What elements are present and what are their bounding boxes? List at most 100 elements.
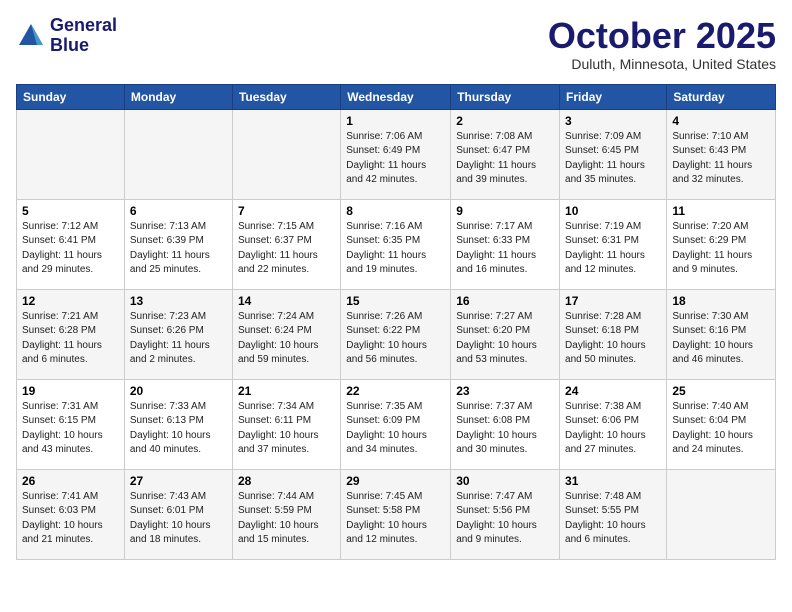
calendar-cell: 12 Sunrise: 7:21 AM Sunset: 6:28 PM Dayli… [17, 289, 125, 379]
day-number: 12 [22, 294, 119, 308]
day-info: Sunrise: 7:13 AM Sunset: 6:39 PM Dayligh… [130, 220, 227, 278]
day-info: Sunrise: 7:47 AM Sunset: 5:56 PM Dayligh… [456, 490, 554, 548]
calendar-week-1: 1 Sunrise: 7:06 AM Sunset: 6:49 PM Daylig… [17, 109, 776, 199]
day-info: Sunrise: 7:38 AM Sunset: 6:06 PM Dayligh… [565, 400, 661, 458]
calendar-cell [17, 109, 125, 199]
calendar-cell [667, 469, 776, 559]
day-info: Sunrise: 7:16 AM Sunset: 6:35 PM Dayligh… [346, 220, 445, 278]
calendar-cell: 30Sunrise: 7:47 AM Sunset: 5:56 PM Dayli… [451, 469, 560, 559]
day-number: 17 [565, 294, 661, 308]
day-number: 10 [565, 204, 661, 218]
month-title: October 2025 [548, 16, 776, 56]
column-header-monday: Monday [124, 84, 232, 109]
day-info: Sunrise: 7:28 AM Sunset: 6:18 PM Dayligh… [565, 310, 661, 368]
day-info: Sunrise: 7:09 AM Sunset: 6:45 PM Dayligh… [565, 130, 661, 188]
day-info: Sunrise: 7:41 AM Sunset: 6:03 PM Dayligh… [22, 490, 119, 548]
calendar-cell: 27 Sunrise: 7:43 AM Sunset: 6:01 PM Dayli… [124, 469, 232, 559]
calendar-cell: 29 Sunrise: 7:45 AM Sunset: 5:58 PM Dayli… [341, 469, 451, 559]
calendar-cell: 24 Sunrise: 7:38 AM Sunset: 6:06 PM Dayli… [560, 379, 667, 469]
day-info: Sunrise: 7:45 AM Sunset: 5:58 PM Dayligh… [346, 490, 445, 548]
page-header: General Blue October 2025 Duluth, Minnes… [16, 16, 776, 72]
logo-icon [16, 21, 46, 51]
day-info: Sunrise: 7:33 AM Sunset: 6:13 PM Dayligh… [130, 400, 227, 458]
day-number: 8 [346, 204, 445, 218]
day-info: Sunrise: 7:30 AM Sunset: 6:16 PM Dayligh… [672, 310, 770, 368]
calendar-cell: 20 Sunrise: 7:33 AM Sunset: 6:13 PM Dayli… [124, 379, 232, 469]
calendar-cell: 18 Sunrise: 7:30 AM Sunset: 6:16 PM Dayli… [667, 289, 776, 379]
day-number: 3 [565, 114, 661, 128]
day-info: Sunrise: 7:06 AM Sunset: 6:49 PM Dayligh… [346, 130, 445, 188]
calendar-cell: 15 Sunrise: 7:26 AM Sunset: 6:22 PM Dayli… [341, 289, 451, 379]
calendar-cell: 14Sunrise: 7:24 AM Sunset: 6:24 PM Dayli… [232, 289, 340, 379]
calendar-cell: 19 Sunrise: 7:31 AM Sunset: 6:15 PM Dayli… [17, 379, 125, 469]
day-number: 16 [456, 294, 554, 308]
day-number: 7 [238, 204, 335, 218]
calendar-cell: 26 Sunrise: 7:41 AM Sunset: 6:03 PM Dayli… [17, 469, 125, 559]
column-header-friday: Friday [560, 84, 667, 109]
column-header-saturday: Saturday [667, 84, 776, 109]
day-info: Sunrise: 7:48 AM Sunset: 5:55 PM Dayligh… [565, 490, 661, 548]
calendar-header-row: SundayMondayTuesdayWednesdayThursdayFrid… [17, 84, 776, 109]
logo-text: General Blue [50, 16, 117, 56]
calendar-cell: 17 Sunrise: 7:28 AM Sunset: 6:18 PM Dayli… [560, 289, 667, 379]
day-number: 4 [672, 114, 770, 128]
day-number: 13 [130, 294, 227, 308]
calendar-cell: 5 Sunrise: 7:12 AM Sunset: 6:41 PM Daylig… [17, 199, 125, 289]
calendar-cell [232, 109, 340, 199]
day-info: Sunrise: 7:31 AM Sunset: 6:15 PM Dayligh… [22, 400, 119, 458]
day-info: Sunrise: 7:20 AM Sunset: 6:29 PM Dayligh… [672, 220, 770, 278]
day-info: Sunrise: 7:17 AM Sunset: 6:33 PM Dayligh… [456, 220, 554, 278]
day-number: 19 [22, 384, 119, 398]
day-number: 22 [346, 384, 445, 398]
day-number: 6 [130, 204, 227, 218]
calendar-cell: 31Sunrise: 7:48 AM Sunset: 5:55 PM Dayli… [560, 469, 667, 559]
calendar-body: 1 Sunrise: 7:06 AM Sunset: 6:49 PM Daylig… [17, 109, 776, 559]
column-header-sunday: Sunday [17, 84, 125, 109]
day-number: 18 [672, 294, 770, 308]
calendar-cell: 22 Sunrise: 7:35 AM Sunset: 6:09 PM Dayli… [341, 379, 451, 469]
day-number: 26 [22, 474, 119, 488]
calendar-cell: 2Sunrise: 7:08 AM Sunset: 6:47 PM Daylig… [451, 109, 560, 199]
calendar-cell: 21Sunrise: 7:34 AM Sunset: 6:11 PM Dayli… [232, 379, 340, 469]
day-number: 20 [130, 384, 227, 398]
day-info: Sunrise: 7:19 AM Sunset: 6:31 PM Dayligh… [565, 220, 661, 278]
day-info: Sunrise: 7:43 AM Sunset: 6:01 PM Dayligh… [130, 490, 227, 548]
day-number: 25 [672, 384, 770, 398]
calendar-cell: 16 Sunrise: 7:27 AM Sunset: 6:20 PM Dayli… [451, 289, 560, 379]
day-info: Sunrise: 7:21 AM Sunset: 6:28 PM Dayligh… [22, 310, 119, 368]
day-number: 1 [346, 114, 445, 128]
day-number: 29 [346, 474, 445, 488]
day-info: Sunrise: 7:08 AM Sunset: 6:47 PM Dayligh… [456, 130, 554, 188]
day-info: Sunrise: 7:26 AM Sunset: 6:22 PM Dayligh… [346, 310, 445, 368]
logo: General Blue [16, 16, 117, 56]
day-info: Sunrise: 7:12 AM Sunset: 6:41 PM Dayligh… [22, 220, 119, 278]
day-info: Sunrise: 7:35 AM Sunset: 6:09 PM Dayligh… [346, 400, 445, 458]
day-number: 15 [346, 294, 445, 308]
calendar-cell: 28 Sunrise: 7:44 AM Sunset: 5:59 PM Dayli… [232, 469, 340, 559]
day-info: Sunrise: 7:23 AM Sunset: 6:26 PM Dayligh… [130, 310, 227, 368]
calendar-cell: 9 Sunrise: 7:17 AM Sunset: 6:33 PM Daylig… [451, 199, 560, 289]
day-info: Sunrise: 7:24 AM Sunset: 6:24 PM Dayligh… [238, 310, 335, 368]
calendar-week-2: 5 Sunrise: 7:12 AM Sunset: 6:41 PM Daylig… [17, 199, 776, 289]
location: Duluth, Minnesota, United States [548, 56, 776, 72]
calendar-cell: 23 Sunrise: 7:37 AM Sunset: 6:08 PM Dayli… [451, 379, 560, 469]
calendar-table: SundayMondayTuesdayWednesdayThursdayFrid… [16, 84, 776, 560]
day-info: Sunrise: 7:10 AM Sunset: 6:43 PM Dayligh… [672, 130, 770, 188]
day-info: Sunrise: 7:27 AM Sunset: 6:20 PM Dayligh… [456, 310, 554, 368]
day-number: 28 [238, 474, 335, 488]
calendar-cell: 25 Sunrise: 7:40 AM Sunset: 6:04 PM Dayli… [667, 379, 776, 469]
day-number: 27 [130, 474, 227, 488]
day-number: 5 [22, 204, 119, 218]
calendar-week-4: 19 Sunrise: 7:31 AM Sunset: 6:15 PM Dayli… [17, 379, 776, 469]
day-number: 24 [565, 384, 661, 398]
calendar-cell: 1 Sunrise: 7:06 AM Sunset: 6:49 PM Daylig… [341, 109, 451, 199]
calendar-week-3: 12 Sunrise: 7:21 AM Sunset: 6:28 PM Dayli… [17, 289, 776, 379]
calendar-cell: 13 Sunrise: 7:23 AM Sunset: 6:26 PM Dayli… [124, 289, 232, 379]
day-number: 23 [456, 384, 554, 398]
day-number: 9 [456, 204, 554, 218]
day-info: Sunrise: 7:44 AM Sunset: 5:59 PM Dayligh… [238, 490, 335, 548]
title-block: October 2025 Duluth, Minnesota, United S… [548, 16, 776, 72]
calendar-week-5: 26 Sunrise: 7:41 AM Sunset: 6:03 PM Dayli… [17, 469, 776, 559]
day-info: Sunrise: 7:37 AM Sunset: 6:08 PM Dayligh… [456, 400, 554, 458]
day-info: Sunrise: 7:40 AM Sunset: 6:04 PM Dayligh… [672, 400, 770, 458]
